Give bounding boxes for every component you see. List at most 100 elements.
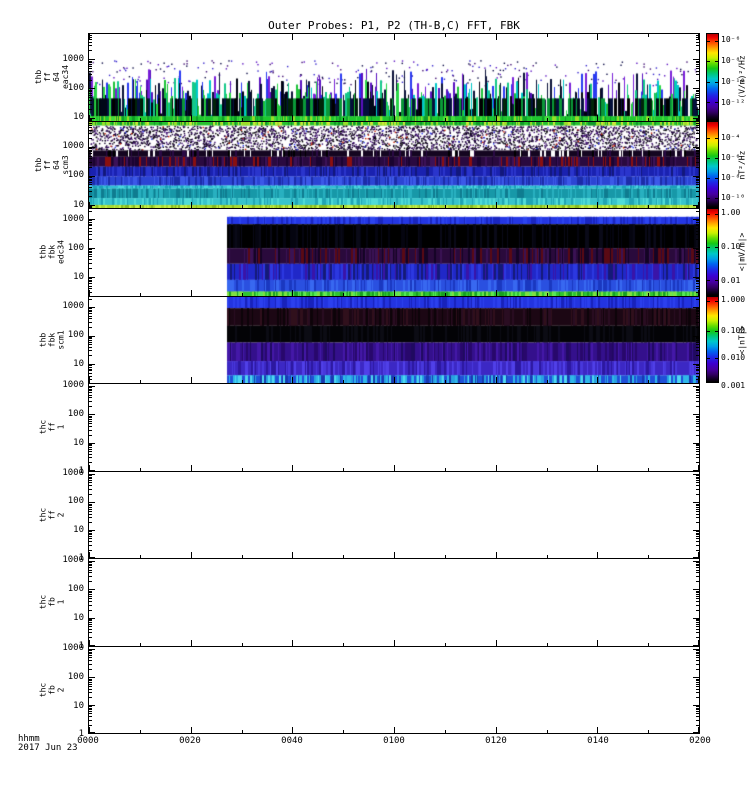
colorbar-tick	[707, 381, 710, 382]
colorbar-tick-label: 1.000	[721, 295, 746, 305]
axis-tick	[89, 663, 92, 665]
axis-tick	[696, 719, 699, 721]
axis-tick	[89, 285, 92, 287]
colorbar-unit-fbk-scm1: <|nT|>	[737, 325, 747, 354]
axis-tick	[89, 195, 92, 197]
axis-tick	[89, 592, 92, 594]
axis-tick	[139, 34, 141, 37]
axis-tick	[696, 278, 699, 280]
colorbar-unit-ff-scm3: nT²/Hz	[737, 150, 747, 179]
axis-tick	[696, 227, 699, 229]
ytick-label: 100	[67, 583, 84, 594]
axis-tick	[89, 536, 92, 538]
axis-tick	[89, 343, 92, 345]
axis-tick	[89, 549, 92, 551]
axis-tick	[648, 34, 650, 37]
spectrogram-thb-ff-64-eac34	[89, 34, 699, 121]
axis-tick	[696, 626, 699, 628]
axis-tick	[696, 394, 699, 396]
axis-tick	[696, 522, 699, 523]
axis-tick	[696, 510, 699, 512]
xtick-label: 0000	[77, 736, 99, 746]
axis-tick	[89, 397, 92, 399]
axis-tick	[89, 683, 92, 685]
axis-tick	[89, 62, 92, 64]
axis-tick	[696, 68, 699, 69]
axis-tick	[696, 598, 699, 600]
axis-tick	[696, 517, 699, 519]
axis-tick	[89, 162, 92, 163]
axis-tick	[89, 724, 92, 726]
axis-tick	[696, 178, 699, 180]
axis-tick	[343, 730, 345, 733]
axis-tick	[89, 92, 92, 94]
axis-tick	[696, 259, 699, 261]
axis-tick	[241, 730, 243, 733]
axis-tick	[89, 618, 92, 620]
axis-tick	[696, 60, 699, 62]
axis-tick	[89, 621, 92, 623]
axis-tick	[696, 569, 699, 571]
colorbar-tick	[715, 381, 718, 382]
axis-tick	[89, 443, 92, 445]
axis-tick	[89, 70, 92, 72]
axis-tick	[696, 298, 699, 300]
axis-tick	[89, 620, 92, 622]
axis-tick	[696, 254, 699, 256]
colorbar-tick	[715, 214, 718, 216]
ytick-label: 10	[73, 525, 84, 536]
axis-tick	[696, 653, 699, 655]
axis-tick	[89, 505, 92, 507]
axis-tick	[89, 387, 92, 389]
axis-tick	[696, 650, 699, 652]
axis-tick	[696, 609, 699, 611]
axis-tick	[89, 372, 92, 374]
axis-tick	[696, 177, 699, 179]
axis-tick	[696, 190, 699, 192]
axis-tick	[89, 681, 92, 683]
axis-tick	[89, 279, 92, 281]
axis-tick	[696, 423, 699, 425]
axis-tick	[89, 503, 92, 505]
axis-tick	[696, 618, 699, 620]
y-axis-label-thc-fb-1: thc fb 1	[38, 594, 66, 610]
axis-tick	[696, 572, 699, 574]
axis-tick	[696, 724, 699, 726]
axis-tick	[89, 628, 92, 630]
ytick-label: 100	[67, 496, 84, 507]
axis-tick	[696, 41, 699, 43]
colorbar-tick	[707, 280, 710, 282]
ytick-label: 10	[73, 700, 84, 711]
axis-tick	[89, 355, 92, 357]
axis-tick	[696, 457, 699, 459]
axis-tick	[89, 129, 92, 131]
axis-tick	[89, 688, 92, 690]
axis-tick	[698, 727, 699, 733]
axis-tick	[89, 262, 92, 264]
axis-tick	[89, 569, 92, 571]
colorbar-tick	[715, 178, 718, 180]
axis-tick	[89, 94, 92, 96]
axis-tick	[696, 390, 699, 392]
axis-tick	[444, 730, 446, 733]
axis-tick	[696, 221, 699, 223]
axis-tick	[89, 321, 92, 323]
axis-tick	[89, 709, 92, 711]
axis-tick	[696, 97, 699, 99]
axis-tick	[292, 34, 294, 40]
colorbar-tick	[707, 102, 710, 104]
axis-tick	[696, 446, 699, 448]
axis-tick	[696, 220, 699, 222]
axis-tick	[696, 151, 699, 153]
axis-tick	[696, 443, 699, 445]
axis-tick	[696, 339, 699, 341]
axis-tick	[89, 594, 92, 596]
colorbar-tick-label: 0.001	[721, 380, 746, 390]
axis-tick	[89, 133, 92, 135]
axis-tick	[696, 651, 699, 653]
colorbar-tick-label: 1.00	[721, 208, 741, 218]
axis-tick	[89, 327, 92, 329]
xtick-label: 0100	[383, 736, 405, 746]
axis-tick	[89, 187, 92, 189]
axis-tick	[696, 89, 699, 91]
